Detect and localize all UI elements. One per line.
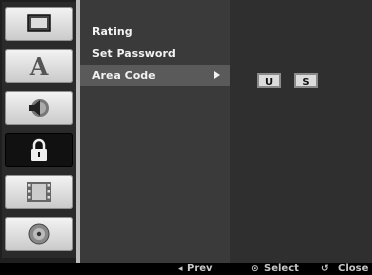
tab-others[interactable] xyxy=(5,175,73,209)
menu-item-area-code[interactable]: Area Code xyxy=(80,65,230,86)
area-code-panel: U S xyxy=(230,0,372,263)
tab-display[interactable] xyxy=(5,7,73,41)
tab-disc[interactable] xyxy=(5,217,73,251)
category-sidebar: A xyxy=(2,2,76,258)
film-icon xyxy=(27,182,51,202)
tab-lock[interactable] xyxy=(5,133,73,167)
lock-icon xyxy=(31,138,47,161)
dvd-setup-screen: A Rating Set Password Area Code U S xyxy=(0,0,372,263)
area-code-char-2[interactable]: S xyxy=(294,73,318,88)
tab-audio[interactable] xyxy=(5,91,73,125)
menu-item-label: Set Password xyxy=(92,47,176,60)
select-icon: ⊙ xyxy=(251,264,259,274)
menu-item-set-password[interactable]: Set Password xyxy=(80,43,230,64)
language-icon: A xyxy=(29,54,49,78)
prev-hint: Prev xyxy=(187,263,213,274)
display-icon xyxy=(27,14,51,32)
menu-item-label: Area Code xyxy=(92,69,156,82)
audio-icon xyxy=(29,99,49,117)
menu-item-label: Rating xyxy=(92,25,133,38)
return-icon: ↺ xyxy=(321,264,329,274)
disc-icon xyxy=(28,223,50,245)
select-hint: Select xyxy=(264,263,299,274)
close-hint: Close xyxy=(338,263,369,274)
parental-menu: Rating Set Password Area Code xyxy=(80,0,230,263)
svg-text:A: A xyxy=(29,54,49,78)
tab-language[interactable]: A xyxy=(5,49,73,83)
prev-arrow-icon: ◂ xyxy=(178,264,183,274)
chevron-right-icon xyxy=(214,71,220,79)
area-code-char-1[interactable]: U xyxy=(257,73,281,88)
menu-item-rating[interactable]: Rating xyxy=(80,21,230,42)
footer-hint-bar: ◂ Prev ⊙ Select ↺ Close xyxy=(0,263,372,275)
